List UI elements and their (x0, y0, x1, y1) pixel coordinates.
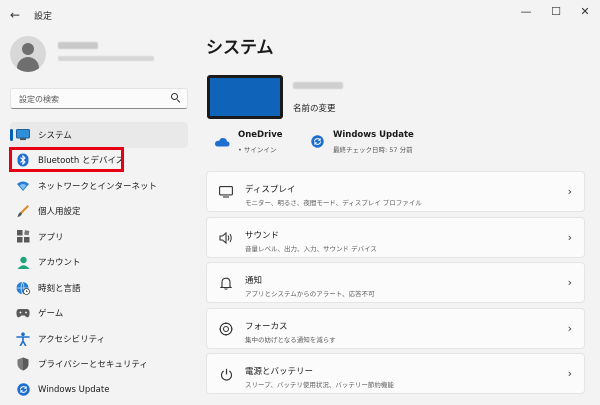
chevron-right-icon: › (567, 367, 572, 380)
update-icon (16, 383, 30, 397)
minimize-button[interactable]: — (512, 2, 540, 20)
accessibility-icon (16, 332, 30, 346)
update-icon (309, 134, 325, 148)
card-subtitle: 音量レベル、出力、入力、サウンド デバイス (245, 244, 377, 253)
card-display[interactable]: ディスプレイ モニター、明るさ、夜間モード、ディスプレイ プロファイル › (206, 171, 585, 212)
card-title: ディスプレイ (245, 185, 296, 195)
sidebar-item-gaming[interactable]: ゲーム (10, 301, 188, 327)
card-sound[interactable]: サウンド 音量レベル、出力、入力、サウンド デバイス › (206, 216, 585, 258)
sidebar-item-accessibility[interactable]: アクセシビリティ (10, 326, 188, 352)
focus-icon (219, 321, 233, 336)
card-subtitle: 集中の妨げとなる通知を減らす (245, 335, 336, 344)
chevron-right-icon: › (567, 276, 572, 289)
avatar-body (17, 57, 39, 72)
card-focus[interactable]: フォーカス 集中の妨げとなる通知を減らす › (206, 307, 585, 349)
card-title: サウンド (245, 230, 280, 241)
brush-icon (16, 204, 30, 218)
sidebar-item-accounts[interactable]: アカウント (10, 250, 188, 276)
sidebar-item-label: Windows Update (38, 384, 110, 395)
title-bar: ← 設定 — ☐ ✕ (0, 0, 600, 30)
display-icon (219, 185, 233, 199)
card-title: 通知 (245, 276, 263, 286)
selection-indicator (10, 129, 13, 141)
profile-email-blurred (58, 56, 154, 61)
user-profile[interactable] (10, 36, 190, 76)
sidebar-item-label: アクセシビリティ (38, 334, 106, 345)
sidebar-item-personalization[interactable]: 個人用設定 (10, 199, 188, 225)
card-subtitle: アプリとシステムからのアラート、応答不可 (245, 290, 375, 298)
windows-update-title: Windows Update (333, 130, 414, 140)
rename-link[interactable]: 名前の変更 (293, 102, 336, 114)
sidebar-item-label: ゲーム (38, 309, 64, 320)
search-icon[interactable] (171, 93, 181, 103)
sidebar-item-time-language[interactable]: 時刻と言語 (10, 275, 188, 301)
card-subtitle: モニター、明るさ、夜間モード、ディスプレイ プロファイル (245, 199, 422, 207)
highlight-annotation-box (9, 147, 124, 172)
sidebar-item-privacy-security[interactable]: プライバシーとセキュリティ (10, 352, 188, 378)
card-title: 電源とバッテリー (245, 367, 314, 377)
card-notifications[interactable]: 通知 アプリとシステムからのアラート、応答不可 › (206, 262, 585, 303)
sidebar-item-windows-update[interactable]: Windows Update (10, 377, 188, 403)
settings-cards: ディスプレイ モニター、明るさ、夜間モード、ディスプレイ プロファイル › サウ… (206, 171, 585, 399)
card-subtitle: スリープ、バッテリ使用状況、バッテリー節約機能 (245, 381, 394, 389)
card-power-battery[interactable]: 電源とバッテリー スリープ、バッテリ使用状況、バッテリー節約機能 › (206, 353, 585, 394)
apps-icon (16, 230, 30, 244)
page-title: システム (206, 38, 274, 58)
device-thumbnail (207, 75, 283, 119)
device-name-blurred (293, 82, 343, 89)
windows-update-last-checked: 最終チェック日時: 57 分前 (333, 146, 413, 154)
bell-icon (219, 276, 233, 290)
sidebar-item-system[interactable]: システム (10, 122, 188, 148)
chevron-right-icon: › (567, 230, 572, 244)
back-button[interactable]: ← (6, 6, 24, 24)
chevron-right-icon: › (567, 185, 572, 198)
wifi-icon (16, 179, 30, 193)
shield-icon (16, 357, 30, 371)
cloud-icon (214, 134, 230, 148)
card-title: フォーカス (245, 321, 288, 332)
power-icon (219, 367, 233, 381)
sidebar-item-label: アカウント (38, 258, 81, 269)
close-button[interactable]: ✕ (571, 2, 599, 20)
sidebar-item-label: 時刻と言語 (38, 283, 81, 294)
sidebar-item-label: 個人用設定 (38, 207, 81, 218)
account-icon (16, 255, 30, 269)
avatar (10, 36, 46, 72)
speaker-icon (219, 231, 233, 245)
search-box[interactable] (10, 88, 188, 109)
sidebar-item-label: アプリ (38, 232, 64, 243)
sidebar-item-label: システム (38, 130, 72, 141)
app-title: 設定 (34, 12, 53, 22)
globe-clock-icon (16, 281, 30, 295)
sidebar-item-label: プライバシーとセキュリティ (38, 360, 148, 371)
profile-name-blurred (58, 42, 98, 49)
sidebar-item-network[interactable]: ネットワークとインターネット (10, 173, 188, 199)
onedrive-title: OneDrive (238, 130, 283, 140)
back-arrow-icon: ← (9, 8, 21, 22)
gamepad-icon (16, 306, 30, 320)
onedrive-status[interactable]: OneDrive • サインイン (214, 130, 304, 156)
maximize-button[interactable]: ☐ (542, 2, 570, 20)
sidebar-item-label: ネットワークとインターネット (38, 181, 158, 192)
sidebar-item-apps[interactable]: アプリ (10, 224, 188, 250)
windows-update-status[interactable]: Windows Update 最終チェック日時: 57 分前 (309, 130, 469, 156)
chevron-right-icon: › (567, 321, 572, 335)
monitor-icon (16, 128, 30, 142)
onedrive-status-text: • サインイン (238, 146, 277, 154)
search-input[interactable] (19, 93, 159, 105)
avatar-head (22, 43, 34, 55)
